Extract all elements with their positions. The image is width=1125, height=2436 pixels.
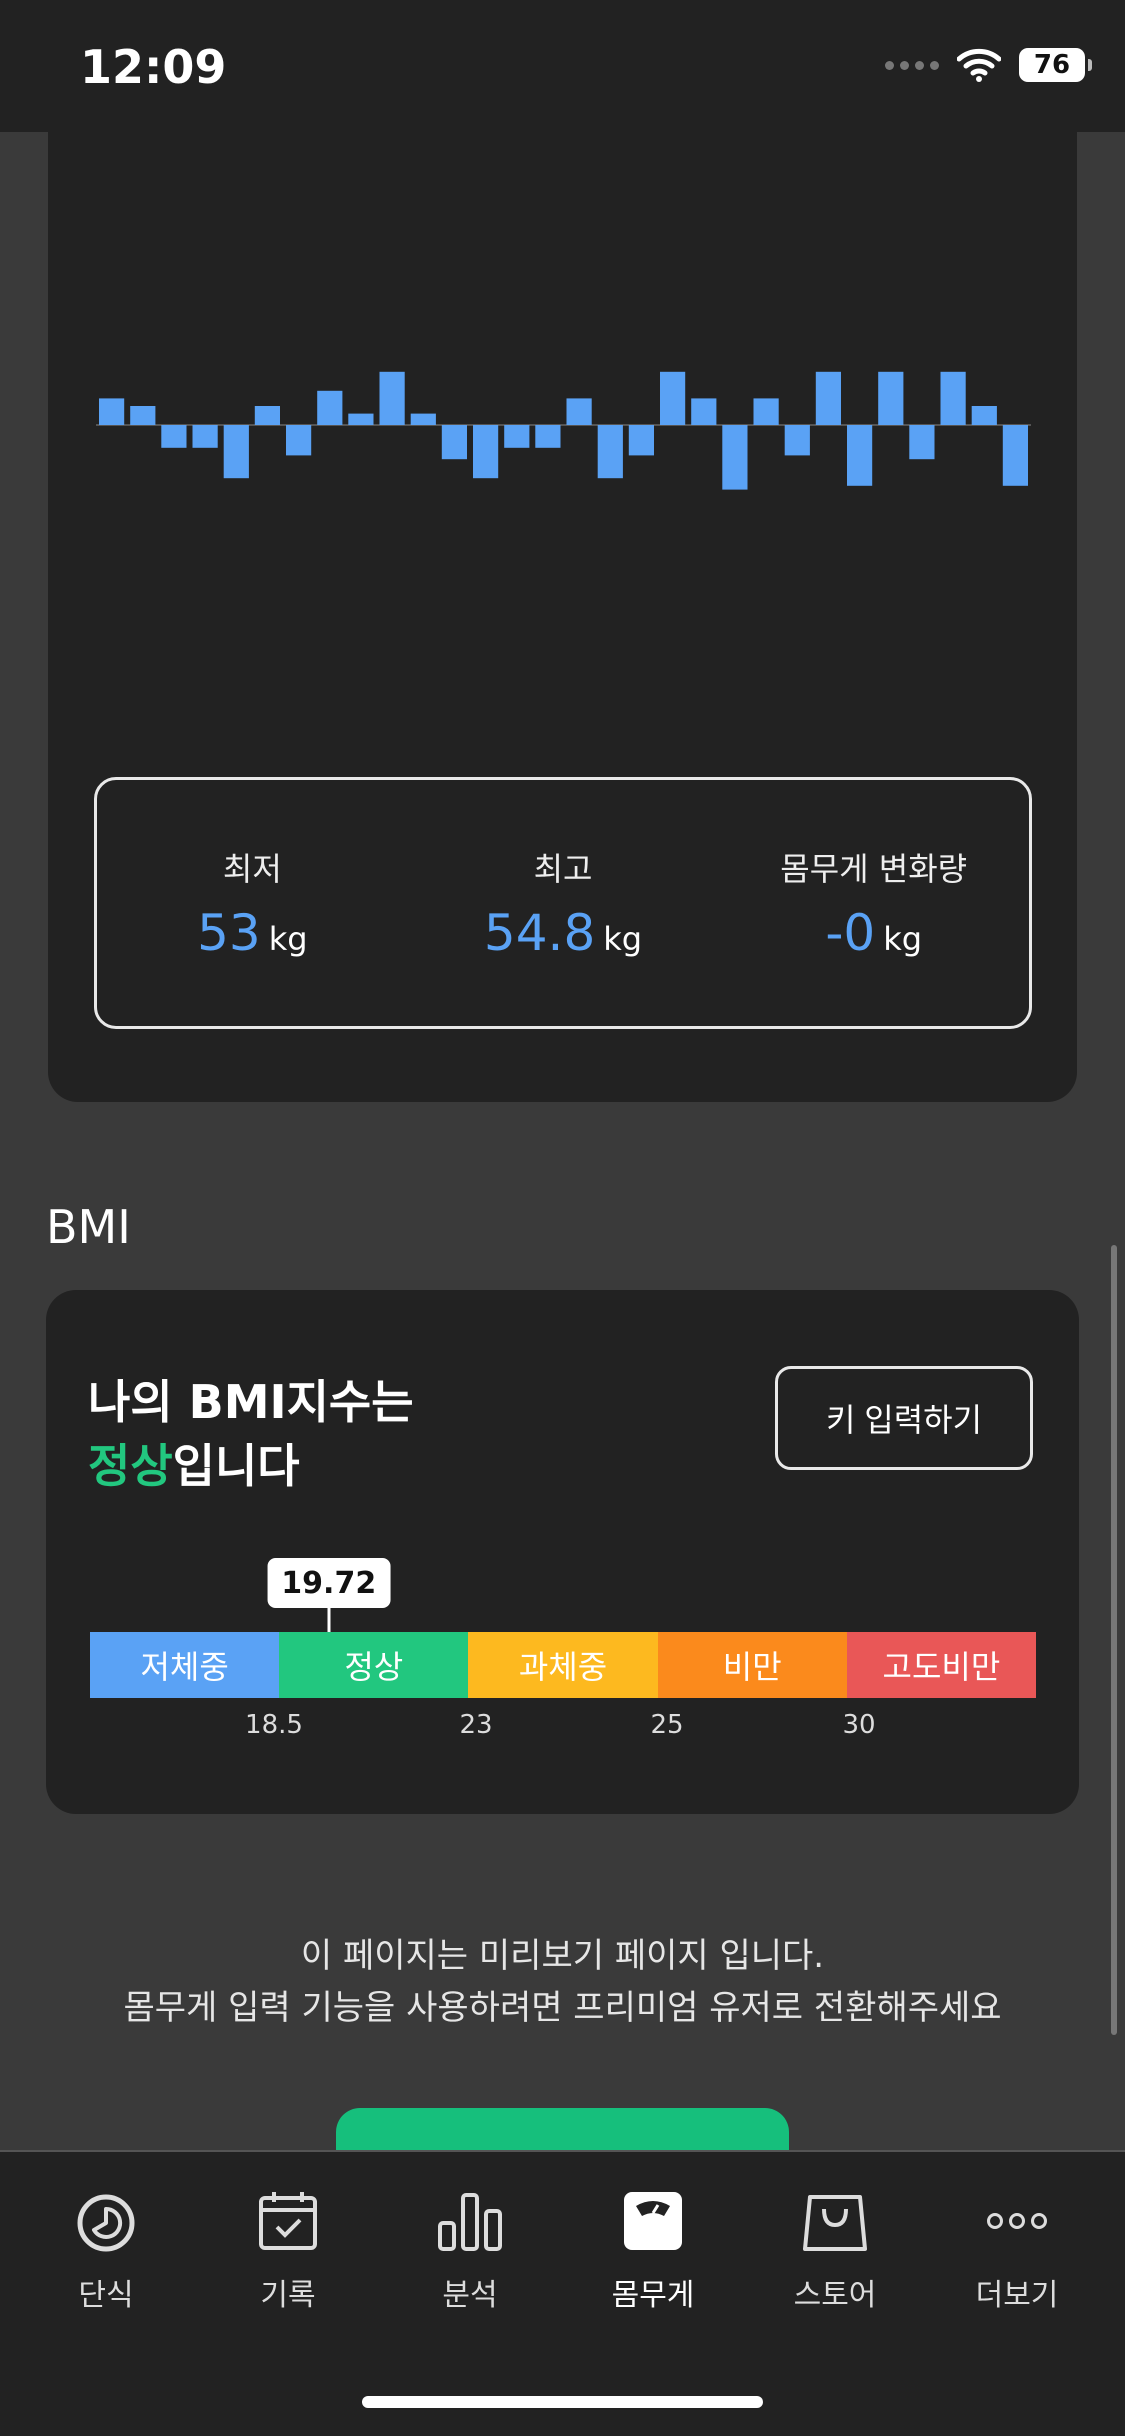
scroll-indicator[interactable]	[1111, 1245, 1117, 2035]
calendar-check-icon	[253, 2186, 323, 2256]
chart-bar	[815, 371, 841, 425]
bmi-tick-25: 25	[650, 1710, 684, 1740]
chart-bar	[940, 371, 966, 425]
chart-bar	[99, 398, 125, 425]
chart-bar	[566, 398, 592, 425]
chart-bar	[410, 413, 436, 425]
chart-bar	[878, 371, 904, 425]
chart-bar	[504, 425, 530, 448]
bmi-value-badge: 19.72	[267, 1558, 391, 1608]
chart-bar	[628, 425, 654, 456]
fasting-timer-icon	[71, 2186, 141, 2256]
bmi-segment: 정상	[279, 1632, 469, 1698]
stat-min: 최저 53 kg	[97, 780, 408, 1026]
chart-bar	[223, 425, 249, 479]
chart-bar	[909, 425, 935, 460]
status-time: 12:09	[80, 40, 227, 94]
tab-label-store: 스토어	[793, 2278, 877, 2313]
bmi-segment: 비만	[657, 1632, 847, 1698]
weight-change-chart	[96, 371, 1031, 490]
preview-notice: 이 페이지는 미리보기 페이지 입니다. 몸무게 입력 기능을 사용하려면 프리…	[0, 1930, 1125, 2034]
chart-bar	[254, 406, 280, 425]
bmi-title-line1: 나의 BMI지수는	[88, 1375, 414, 1429]
chart-bar	[971, 406, 997, 425]
more-dots-icon	[982, 2186, 1052, 2256]
chart-bar	[597, 425, 623, 479]
shopping-bag-icon	[800, 2186, 870, 2256]
tab-label-more: 더보기	[975, 2278, 1059, 2313]
cellular-signal-icon	[885, 60, 939, 70]
stat-change: 몸무게 변화량 -0 kg	[718, 780, 1029, 1026]
chart-bar	[317, 390, 343, 425]
chart-bar	[753, 398, 779, 425]
tab-fasting[interactable]: 단식	[31, 2186, 181, 2314]
tab-weight[interactable]: 몸무게	[578, 2186, 728, 2314]
chart-bar	[348, 413, 374, 425]
stat-min-unit: kg	[268, 920, 308, 958]
stat-min-value: 53	[197, 904, 261, 962]
status-indicators: 76	[885, 48, 1092, 82]
tab-label-analysis: 분석	[442, 2278, 498, 2313]
stat-max-value: 54.8	[483, 904, 596, 962]
scale-icon	[618, 2186, 688, 2256]
chart-bar	[379, 371, 405, 425]
tab-store[interactable]: 스토어	[760, 2186, 910, 2314]
tab-label-weight: 몸무게	[611, 2278, 695, 2313]
bmi-scale-bar: 저체중 정상 과체중 비만 고도비만	[90, 1632, 1037, 1698]
chart-bar	[192, 425, 218, 448]
stat-change-label: 몸무게 변화량	[780, 850, 968, 888]
tab-more[interactable]: 더보기	[942, 2186, 1092, 2314]
bmi-tick-30: 30	[842, 1710, 876, 1740]
bmi-result-text: 나의 BMI지수는 정상입니다	[88, 1370, 414, 1498]
chart-bar	[847, 425, 873, 486]
chart-bar	[161, 425, 187, 448]
bmi-segment: 고도비만	[846, 1632, 1037, 1698]
stat-max: 최고 54.8 kg	[408, 780, 719, 1026]
chart-bar	[130, 406, 156, 425]
bmi-tick-18-5: 18.5	[245, 1710, 303, 1740]
bmi-segment: 저체중	[90, 1632, 280, 1698]
chart-bar	[1002, 425, 1028, 486]
stat-change-unit: kg	[883, 920, 923, 958]
weight-chart-card: 최저 53 kg 최고 54.8 kg 몸무게 변화량 -0 kg	[48, 132, 1077, 1102]
premium-upgrade-button[interactable]	[336, 2108, 789, 2150]
chart-bar	[535, 425, 561, 448]
stat-max-unit: kg	[603, 920, 643, 958]
tab-records[interactable]: 기록	[213, 2186, 363, 2314]
wifi-icon	[957, 48, 1001, 82]
enter-height-button[interactable]: 키 입력하기	[775, 1366, 1033, 1470]
notice-line2: 몸무게 입력 기능을 사용하려면 프리미엄 유저로 전환해주세요	[123, 1988, 1002, 2028]
bmi-tick-23: 23	[459, 1710, 493, 1740]
tab-label-records: 기록	[260, 2278, 316, 2313]
stat-min-label: 최저	[222, 850, 282, 888]
bmi-card: 나의 BMI지수는 정상입니다 키 입력하기 19.72 저체중 정상 과체중 비만 고…	[46, 1290, 1079, 1814]
chart-bar	[722, 425, 748, 490]
stat-max-label: 최고	[533, 850, 593, 888]
weight-stats-box: 최저 53 kg 최고 54.8 kg 몸무게 변화량 -0 kg	[94, 777, 1032, 1029]
bmi-value-pointer	[327, 1608, 331, 1632]
tab-analysis[interactable]: 분석	[395, 2186, 545, 2314]
tab-label-fasting: 단식	[78, 2278, 134, 2313]
chart-bar	[441, 425, 467, 460]
chart-bar	[473, 425, 499, 479]
stat-change-value: -0	[825, 904, 876, 962]
bar-chart-icon	[435, 2186, 505, 2256]
bmi-title-suffix: 입니다	[172, 1439, 300, 1493]
chart-bar	[286, 425, 312, 456]
home-indicator	[362, 2396, 763, 2408]
chart-bar	[660, 371, 686, 425]
tab-bar: 단식 기록 분석 몸무게 스토어 더보기	[0, 2150, 1125, 2436]
status-bar: 12:09 76	[0, 0, 1125, 132]
bmi-segment: 과체중	[468, 1632, 658, 1698]
bmi-section-title: BMI	[46, 1200, 131, 1254]
notice-line1: 이 페이지는 미리보기 페이지 입니다.	[300, 1936, 825, 1976]
chart-bar	[784, 425, 810, 456]
chart-bar	[691, 398, 717, 425]
battery-icon: 76	[1019, 48, 1092, 82]
bmi-status: 정상	[88, 1439, 173, 1493]
